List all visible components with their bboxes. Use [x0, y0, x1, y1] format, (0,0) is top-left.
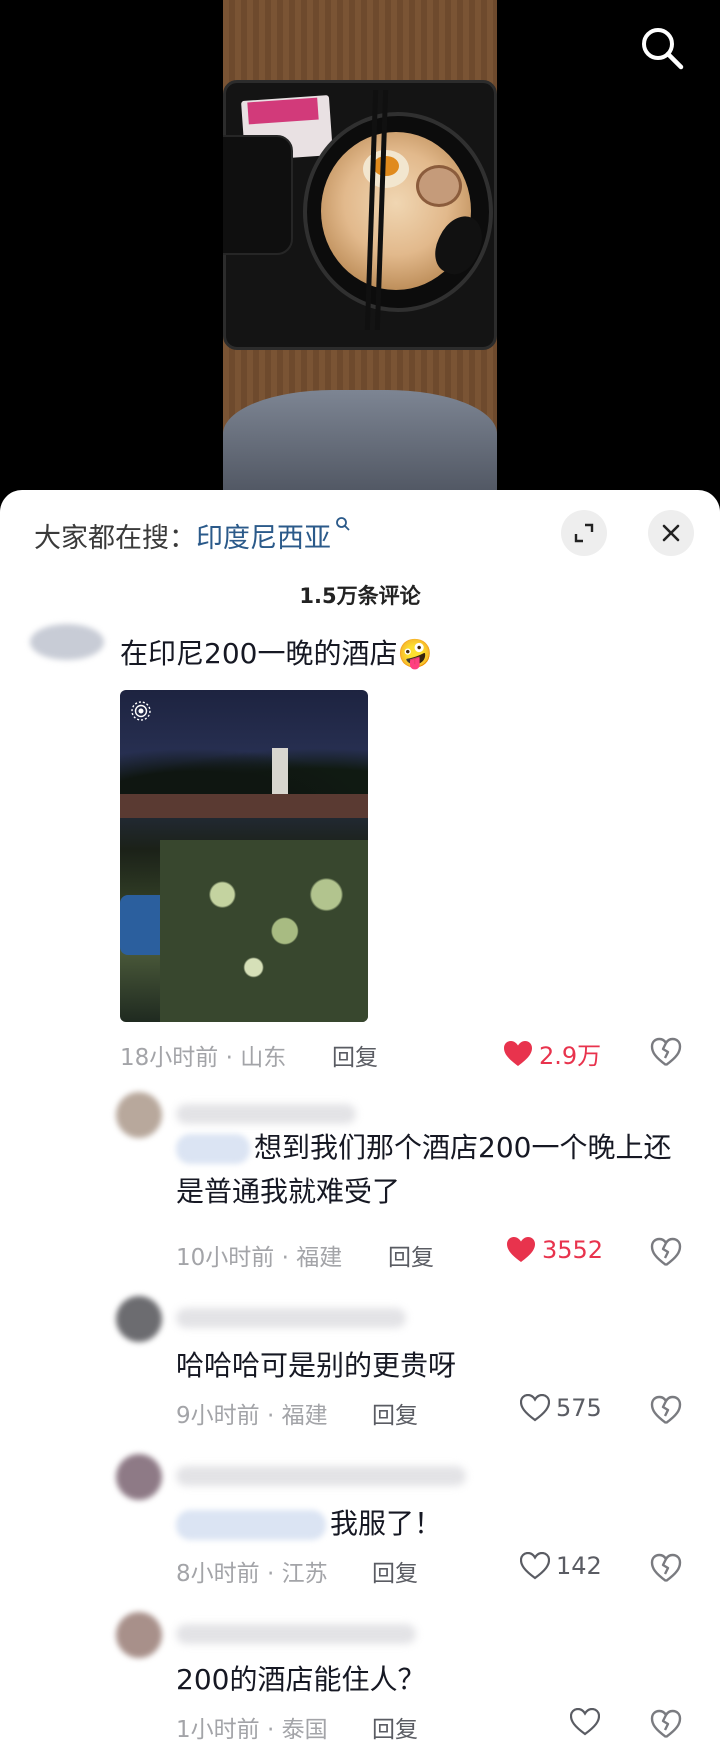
- trending-search[interactable]: 大家都在搜：印度尼西亚: [34, 516, 351, 555]
- reply-button[interactable]: 回复: [372, 1396, 418, 1430]
- reply-button[interactable]: 回复: [372, 1710, 418, 1744]
- like-count: 142: [556, 1552, 602, 1580]
- comment-meta: 8小时前 · 江苏: [176, 1561, 328, 1587]
- expand-button[interactable]: [561, 510, 607, 556]
- trending-prefix: 大家都在搜：: [34, 523, 196, 554]
- like-button[interactable]: 142: [520, 1552, 602, 1580]
- reply-button[interactable]: 回复: [388, 1238, 434, 1272]
- comment-sheet: 大家都在搜：印度尼西亚 1.5万条评论 在印尼200一晚的酒店🤪 18小时前 ·…: [0, 490, 720, 1756]
- video-pork: [416, 165, 462, 207]
- close-button[interactable]: [648, 510, 694, 556]
- like-button[interactable]: 2.9万: [503, 1036, 601, 1071]
- username[interactable]: [176, 1308, 406, 1328]
- username[interactable]: [176, 1104, 356, 1124]
- like-button[interactable]: 3552: [506, 1236, 603, 1264]
- reply-button[interactable]: 回复: [372, 1554, 418, 1588]
- emoji: 🤪: [397, 637, 433, 670]
- heart-icon: [520, 1394, 550, 1422]
- comment-text: 在印尼200一晚的酒店🤪: [120, 637, 433, 670]
- dislike-icon[interactable]: [650, 1237, 682, 1267]
- heart-icon: [507, 1237, 535, 1262]
- live-photo-icon: [131, 701, 151, 721]
- video-cup: [223, 135, 293, 255]
- heart-icon: [504, 1040, 532, 1066]
- comment-image[interactable]: [120, 690, 368, 1022]
- dislike-icon[interactable]: [650, 1709, 682, 1739]
- search-button[interactable]: [638, 24, 686, 72]
- username[interactable]: [176, 1624, 416, 1644]
- like-count: 575: [556, 1394, 602, 1422]
- comment-sheet-header: 大家都在搜：印度尼西亚 1.5万条评论: [0, 490, 720, 608]
- close-icon: [662, 524, 680, 542]
- comment-text: 200的酒店能住人？: [176, 1663, 426, 1696]
- comment-count: 1.5万条评论: [299, 584, 421, 608]
- reply-button[interactable]: 回复: [332, 1038, 378, 1072]
- comment-meta: 10小时前 · 福建: [176, 1245, 343, 1271]
- avatar[interactable]: [116, 1296, 162, 1342]
- like-count: 3552: [542, 1236, 604, 1264]
- dislike-icon[interactable]: [650, 1553, 682, 1583]
- avatar[interactable]: [30, 624, 104, 660]
- comment-meta: 9小时前 · 福建: [176, 1403, 328, 1429]
- dislike-icon[interactable]: [650, 1037, 682, 1067]
- expand-icon: [574, 523, 594, 543]
- username[interactable]: [176, 1466, 466, 1486]
- heart-icon: [570, 1708, 600, 1736]
- mention[interactable]: [176, 1510, 326, 1540]
- search-icon: [642, 28, 684, 70]
- small-search-icon: [336, 517, 350, 531]
- avatar[interactable]: [116, 1092, 162, 1138]
- like-count: 2.9万: [539, 1042, 602, 1070]
- dislike-icon[interactable]: [650, 1395, 682, 1425]
- avatar[interactable]: [116, 1454, 162, 1500]
- like-button[interactable]: [570, 1708, 606, 1736]
- comment-text: 想到我们那个酒店200一个晚上还 是普通我就难受了: [176, 1131, 672, 1208]
- heart-icon: [520, 1552, 550, 1580]
- comment-meta: 18小时前 · 山东: [120, 1045, 287, 1071]
- mention[interactable]: [176, 1134, 250, 1164]
- trending-keyword[interactable]: 印度尼西亚: [196, 523, 331, 554]
- comment-text: 哈哈哈可是别的更贵呀: [176, 1349, 457, 1382]
- video-player[interactable]: [0, 0, 720, 500]
- video-frame: [223, 0, 497, 500]
- avatar[interactable]: [116, 1612, 162, 1658]
- like-button[interactable]: 575: [520, 1394, 602, 1422]
- comment-text: 我服了！: [176, 1502, 442, 1546]
- comment-meta: 1小时前 · 泰国: [176, 1717, 328, 1743]
- video-lap: [223, 390, 497, 500]
- video-egg-yolk: [373, 156, 399, 176]
